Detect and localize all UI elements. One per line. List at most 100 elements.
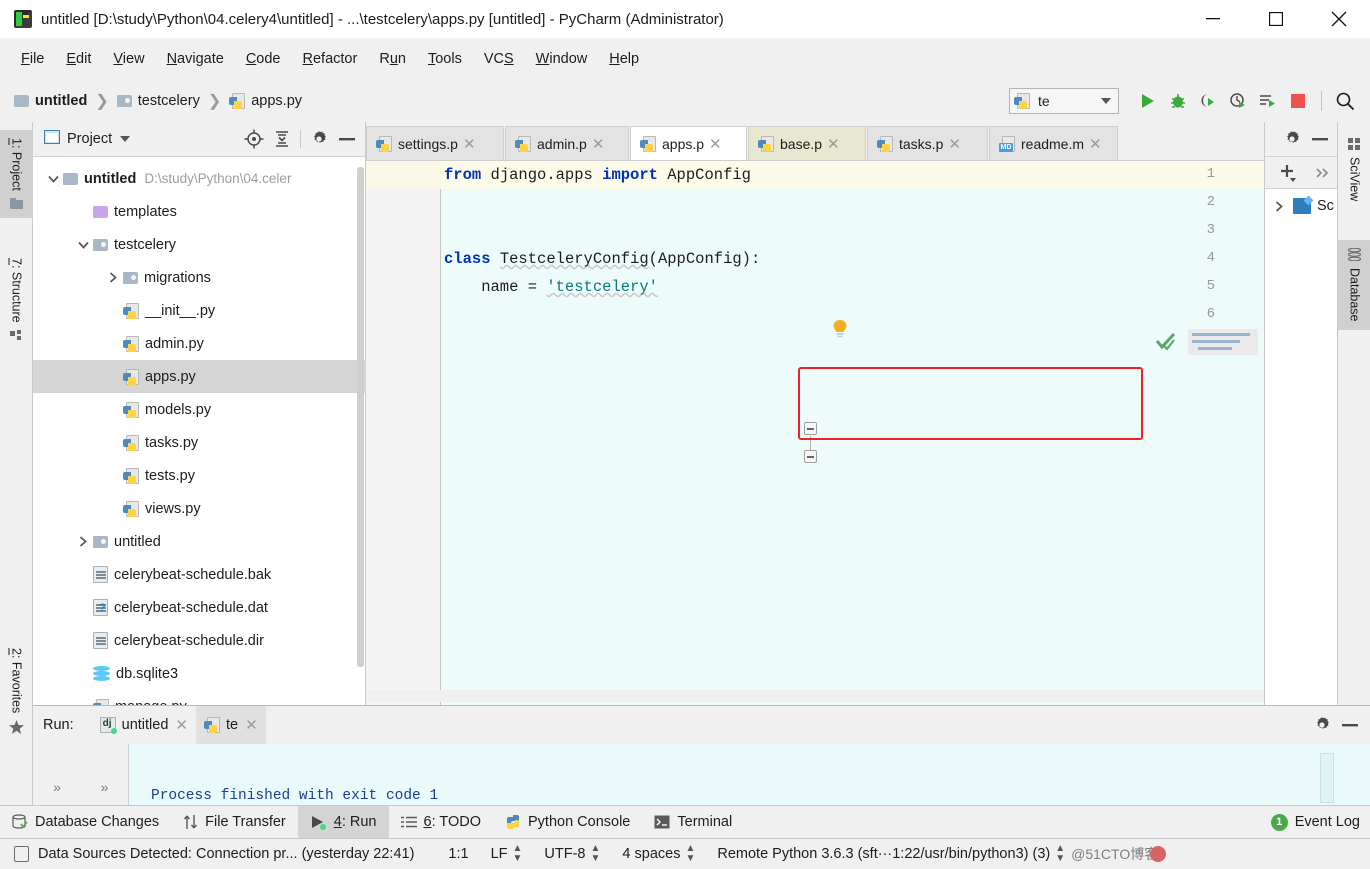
search-everywhere-button[interactable] xyxy=(1330,86,1360,116)
stop-button[interactable] xyxy=(1283,86,1313,116)
gear-icon[interactable] xyxy=(1308,711,1336,739)
no-problems-check-icon[interactable] xyxy=(1155,332,1176,355)
collapse-all-icon[interactable] xyxy=(268,125,296,153)
code-minimap[interactable] xyxy=(1188,329,1258,355)
bottom-bar-item-python-console[interactable]: Python Console xyxy=(493,806,642,839)
event-log-label[interactable]: Event Log xyxy=(1295,814,1360,830)
tree-row[interactable]: apps.py xyxy=(33,360,366,393)
database-tree[interactable]: Sc xyxy=(1265,189,1337,223)
tree-expand-arrow[interactable] xyxy=(43,175,63,183)
editor-tab-readme-m[interactable]: MD readme.m ✕ xyxy=(989,126,1118,160)
close-icon[interactable]: ✕ xyxy=(245,716,258,734)
breadcrumb-item-apps-py[interactable]: apps.py xyxy=(229,93,302,109)
project-tree[interactable]: untitled D:\study\Python\04.celer template… xyxy=(33,157,366,705)
right-tool-tab-database[interactable]: Database xyxy=(1338,240,1370,330)
add-data-source-icon[interactable] xyxy=(1275,159,1303,187)
console-expand-icon-1[interactable]: » xyxy=(53,779,61,795)
tree-expand-arrow[interactable] xyxy=(103,272,123,283)
run-coverage-button[interactable] xyxy=(1193,86,1223,116)
menu-item-run[interactable]: Run xyxy=(368,47,417,71)
expand-toolbar-icon[interactable] xyxy=(1309,159,1337,187)
editor-tab-settings-p[interactable]: settings.p ✕ xyxy=(366,126,504,160)
close-icon[interactable]: ✕ xyxy=(175,716,188,734)
bottom-bar-item-terminal[interactable]: Terminal xyxy=(642,806,744,839)
close-icon[interactable]: ✕ xyxy=(709,135,722,153)
gear-icon[interactable] xyxy=(305,125,333,153)
menu-item-code[interactable]: Code xyxy=(235,47,292,71)
tree-row[interactable]: templates xyxy=(33,195,366,228)
close-button[interactable] xyxy=(1307,0,1370,38)
menu-item-window[interactable]: Window xyxy=(525,47,599,71)
editor-tab-tasks-p[interactable]: tasks.p ✕ xyxy=(867,126,988,160)
right-tool-tab-sciview[interactable]: SciView xyxy=(1338,130,1370,209)
close-icon[interactable]: ✕ xyxy=(1089,135,1102,153)
editor-horizontal-scrollbar[interactable] xyxy=(366,690,1370,702)
hide-window-icon[interactable] xyxy=(1336,711,1364,739)
run-button[interactable] xyxy=(1133,86,1163,116)
tree-row[interactable]: testcelery xyxy=(33,228,366,261)
event-log-area[interactable]: 1 Event Log xyxy=(1270,813,1370,831)
line-separator-selector[interactable]: LF ▲ ▼ xyxy=(491,844,523,864)
menu-item-vcs[interactable]: VCS xyxy=(473,47,525,71)
tree-row[interactable]: migrations xyxy=(33,261,366,294)
hide-window-icon[interactable] xyxy=(333,125,361,153)
menu-item-view[interactable]: View xyxy=(102,47,155,71)
editor-tab-base-p[interactable]: base.p ✕ xyxy=(748,126,866,160)
menu-item-navigate[interactable]: Navigate xyxy=(156,47,235,71)
console-gutter-right[interactable]: » xyxy=(81,744,129,805)
menu-item-tools[interactable]: Tools xyxy=(417,47,473,71)
debug-button[interactable] xyxy=(1163,86,1193,116)
tree-row[interactable]: celerybeat-schedule.bak xyxy=(33,558,366,591)
tree-expand-arrow[interactable] xyxy=(1269,200,1289,212)
database-tree-row[interactable]: Sc xyxy=(1265,189,1337,223)
lightbulb-icon[interactable] xyxy=(832,319,848,339)
editor-tab-apps-p[interactable]: apps.p ✕ xyxy=(630,126,747,160)
tree-row[interactable]: admin.py xyxy=(33,327,366,360)
tree-row[interactable]: tasks.py xyxy=(33,426,366,459)
menu-item-refactor[interactable]: Refactor xyxy=(292,47,369,71)
tree-row[interactable]: celerybeat-schedule.dat xyxy=(33,591,366,624)
indent-selector[interactable]: 4 spaces ▲ ▼ xyxy=(622,844,695,864)
tree-row[interactable]: __init__.py xyxy=(33,294,366,327)
close-icon[interactable]: ✕ xyxy=(592,135,605,153)
left-tool-tab-7--structure[interactable]: 7: Structure xyxy=(0,250,33,350)
minimize-button[interactable] xyxy=(1181,0,1244,38)
left-tool-tab-1--project[interactable]: 1: Project xyxy=(0,130,33,218)
bottom-bar-item-file-transfer[interactable]: File Transfer xyxy=(171,806,298,839)
run-configuration-selector[interactable]: te xyxy=(1009,88,1119,114)
maximize-button[interactable] xyxy=(1244,0,1307,38)
caret-position[interactable]: 1:1 xyxy=(448,846,468,862)
profile-button[interactable] xyxy=(1223,86,1253,116)
tree-row[interactable]: models.py xyxy=(33,393,366,426)
close-icon[interactable]: ✕ xyxy=(948,135,961,153)
left-tool-tab-2--favorites[interactable]: 2: Favorites xyxy=(0,640,33,742)
hide-window-icon[interactable] xyxy=(1306,125,1334,153)
tree-row[interactable]: untitled xyxy=(33,525,366,558)
project-tree-scrollbar[interactable] xyxy=(357,167,364,667)
bottom-bar-item-6--todo[interactable]: 6: TODO xyxy=(389,806,494,839)
breadcrumb-item-untitled[interactable]: untitled xyxy=(14,93,87,109)
gear-icon[interactable] xyxy=(1278,125,1306,153)
menu-item-edit[interactable]: Edit xyxy=(55,47,102,71)
interpreter-selector[interactable]: Remote Python 3.6.3 (sft···1:22/usr/bin/… xyxy=(717,844,1065,864)
run-tab-te[interactable]: te ✕ xyxy=(195,706,266,744)
run-with-params-button[interactable] xyxy=(1253,86,1283,116)
bottom-bar-item-4--run[interactable]: 4: Run xyxy=(297,805,389,839)
bottom-bar-item-database-changes[interactable]: Database Changes xyxy=(0,806,171,839)
menu-item-file[interactable]: File xyxy=(10,47,55,71)
code-editor[interactable]: 123456 from django.apps import AppConfig… xyxy=(366,160,1264,705)
fold-marker-method[interactable] xyxy=(804,450,817,463)
breadcrumb-item-testcelery[interactable]: testcelery xyxy=(116,93,200,109)
tree-row[interactable]: manage.py xyxy=(33,690,366,705)
editor-gutter[interactable] xyxy=(366,161,441,705)
tree-expand-arrow[interactable] xyxy=(73,241,93,249)
tree-row[interactable]: db.sqlite3 xyxy=(33,657,366,690)
locate-file-icon[interactable] xyxy=(240,125,268,153)
editor-tab-admin-p[interactable]: admin.p ✕ xyxy=(505,126,629,160)
run-tab-untitled[interactable]: untitled ✕ xyxy=(92,706,196,744)
code-content[interactable]: from django.apps import AppConfig class … xyxy=(444,161,1264,329)
run-console[interactable]: » » Process finished with exit code 1 xyxy=(33,744,1370,805)
console-scrollbar[interactable] xyxy=(1320,753,1334,803)
encoding-selector[interactable]: UTF-8 ▲ ▼ xyxy=(544,844,600,864)
close-icon[interactable]: ✕ xyxy=(827,135,840,153)
